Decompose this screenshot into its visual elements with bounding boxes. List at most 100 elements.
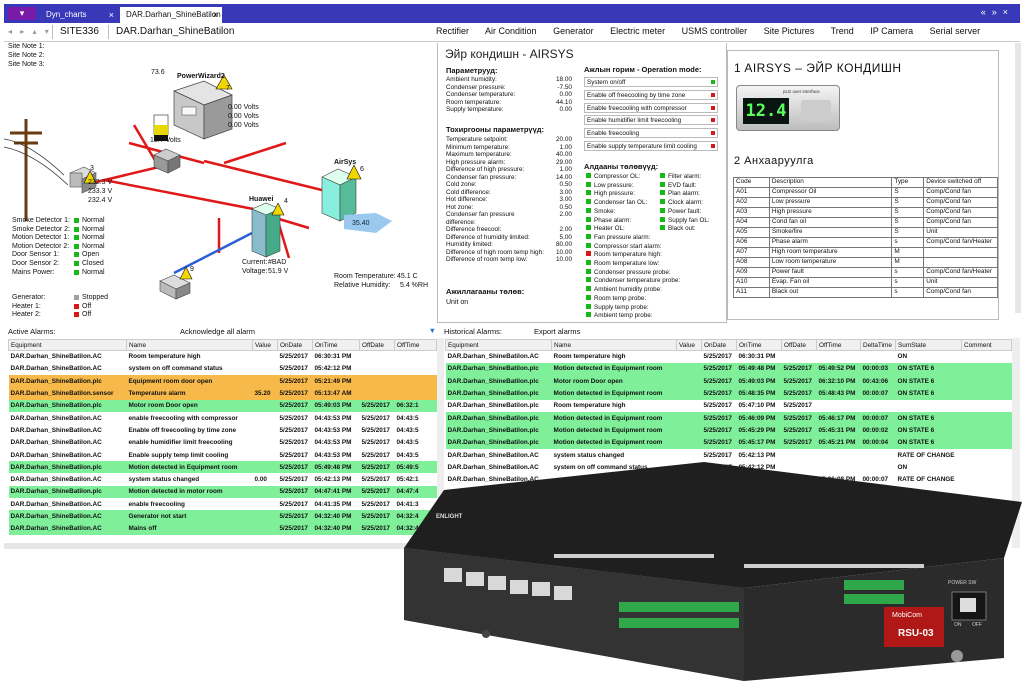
column-header[interactable]: Name [126, 339, 253, 351]
column-header[interactable]: Comment [961, 339, 1012, 351]
table-row[interactable]: DAR.Darhan_ShineBatilon.AC Room temperatu… [446, 351, 1012, 363]
nav-link-rectifier[interactable]: Rectifier [436, 26, 469, 36]
close-icon[interactable]: × [109, 7, 114, 23]
column-header[interactable]: Value [676, 339, 702, 351]
table-row[interactable]: DAR.Darhan_ShineBatilon.sensor Temperatur… [8, 387, 437, 400]
controller-brand: pLD user interface [783, 89, 820, 94]
param-value: 80.00 [556, 241, 572, 248]
table-cell: A09 [733, 267, 770, 278]
ack-all-button[interactable]: Acknowledge all alarm [180, 327, 255, 336]
active-alarms-title: Active Alarms: [8, 327, 56, 336]
table-cell: 5/25/2017 [279, 414, 308, 422]
column-header[interactable]: OnDate [701, 339, 737, 351]
column-header[interactable]: OffDate [781, 339, 817, 351]
column-header[interactable]: OffTime [816, 339, 861, 351]
nav-link-air-condition[interactable]: Air Condition [485, 26, 537, 36]
alarm-list: Filter alarm: EVD fault: Plan alarm: Clock … [660, 173, 710, 234]
table-row[interactable]: DAR.Darhan_ShineBatilon.AC Enable off fre… [9, 424, 437, 436]
huawei-name[interactable]: Huawei [249, 196, 274, 203]
col-header: Description [768, 177, 893, 188]
op-mode-toggle[interactable]: System on/off [584, 77, 718, 87]
mains-voltage: 232.4 V [88, 197, 113, 204]
table-row[interactable]: DAR.Darhan_ShineBatilon.AC system on off … [9, 363, 437, 375]
status-led-icon [586, 216, 591, 222]
column-header[interactable]: Name [551, 339, 677, 351]
table-row[interactable]: DAR.Darhan_ShineBatilon.plc Room temperat… [446, 400, 1012, 412]
export-button[interactable]: Export alarms [534, 327, 580, 336]
mains-count: 3 [90, 165, 94, 172]
tab-label: Dyn_charts [46, 10, 87, 19]
table-row[interactable]: DAR.Darhan_ShineBatilon.AC Enable supply … [9, 449, 437, 461]
column-header[interactable]: Equipment [445, 339, 552, 351]
table-row[interactable]: DAR.Darhan_ShineBatilon.AC Mains off 5/25/… [8, 522, 437, 535]
op-mode-toggle[interactable]: Enable humidifier limit freecooling [584, 115, 718, 126]
sensor-list: Smoke Detector 1: Normal Smoke Detector 2:… [12, 217, 105, 277]
alarm-status-label: EVD fault: [668, 181, 697, 189]
table-row[interactable]: DAR.Darhan_ShineBatilon.plc Motion detect… [445, 411, 1012, 425]
table-cell: 5/25/2017 [701, 436, 737, 449]
table-row[interactable]: DAR.Darhan_ShineBatilon.plc Motion detect… [8, 485, 437, 499]
table-row[interactable]: DAR.Darhan_ShineBatilon.AC enable humidif… [9, 437, 437, 449]
status-led-icon [586, 225, 591, 231]
column-header[interactable]: OnTime [312, 339, 360, 351]
scrollbar[interactable] [1015, 43, 1021, 313]
close-icon[interactable]: × [213, 7, 218, 23]
table-row[interactable]: DAR.Darhan_ShineBatilon.AC enable freecoo… [9, 498, 437, 510]
column-header[interactable]: Equipment [8, 339, 127, 351]
table-cell: 05:49:48 PM [312, 461, 360, 474]
table-row[interactable]: DAR.Darhan_ShineBatilon.plc Motion detect… [445, 362, 1012, 376]
scrollbar[interactable] [4, 543, 436, 549]
table-cell: ON STATE 6 [895, 387, 962, 400]
column-header[interactable]: Value [252, 339, 278, 351]
table-cell: Low room temperature [768, 257, 893, 268]
nav-link-site-pictures[interactable]: Site Pictures [764, 26, 815, 36]
nav-link-usms-controller[interactable]: USMS controller [682, 26, 748, 36]
table-cell [962, 449, 1012, 461]
table-row[interactable]: DAR.Darhan_ShineBatilon.plc Motion detect… [445, 424, 1012, 437]
nav-arrows-icon[interactable]: ◂ ▸ ▴ ▾ [8, 27, 52, 36]
op-mode-toggle[interactable]: Enable freecooling with compressor [584, 102, 718, 113]
nav-link-ip-camera[interactable]: IP Camera [870, 26, 913, 36]
column-header[interactable]: SumState [895, 339, 962, 351]
table-row[interactable]: DAR.Darhan_ShineBatilon.plc Motion detect… [445, 387, 1012, 400]
op-mode-toggle[interactable]: Enable off freecooling by time zone [584, 89, 718, 100]
table-row[interactable]: DAR.Darhan_ShineBatilon.plc Motor room Do… [445, 375, 1012, 388]
nav-link-trend[interactable]: Trend [831, 26, 854, 36]
table-row[interactable]: DAR.Darhan_ShineBatilon.AC Generator not … [8, 510, 437, 523]
param-value: 0.00 [559, 106, 572, 113]
column-header[interactable]: OnTime [736, 339, 782, 351]
table-row[interactable]: DAR.Darhan_ShineBatilon.plc Equipment roo… [8, 375, 437, 388]
table-row[interactable]: DAR.Darhan_ShineBatilon.plc Motion detect… [445, 436, 1012, 449]
column-header[interactable]: OnDate [277, 339, 313, 351]
column-header[interactable]: OffTime [394, 339, 437, 351]
airsys-name[interactable]: AirSys [334, 159, 356, 166]
tab-device[interactable]: DAR.Darhan_ShineBatilon × [120, 7, 222, 23]
table-row[interactable]: DAR.Darhan_ShineBatilon.plc Motor room Do… [8, 399, 437, 412]
column-header[interactable]: DeltaTime [860, 339, 896, 351]
table-cell [252, 375, 278, 388]
op-mode-toggle[interactable]: Enable supply temperature limit cooling [584, 141, 718, 151]
table-row[interactable]: DAR.Darhan_ShineBatilon.AC system status … [446, 449, 1012, 461]
menu-button[interactable]: ▾ [8, 7, 36, 20]
table-cell: 5/25/2017 [361, 500, 390, 508]
table-row[interactable]: DAR.Darhan_ShineBatilon.AC Room temperatu… [9, 351, 437, 363]
alarm-status-row: Clock alarm: [660, 199, 710, 208]
genset-name[interactable]: PowerWizard2 [177, 73, 225, 80]
table-row[interactable]: DAR.Darhan_ShineBatilon.plc Motion detect… [8, 461, 437, 474]
nav-link-electric-meter[interactable]: Electric meter [610, 26, 665, 36]
switch-on-label: ON [954, 622, 962, 628]
table-row[interactable]: DAR.Darhan_ShineBatilon.AC enable freecoo… [9, 412, 437, 424]
op-mode-toggle[interactable]: Enable freecooling [584, 128, 718, 139]
filter-icon[interactable]: ▼ [429, 326, 436, 335]
window-controls[interactable]: «»× [981, 7, 1014, 17]
alarm-status-row: Black out: [660, 225, 710, 234]
param-row: Difference freecool: 2.00 [446, 226, 572, 234]
nav-link-serial-server[interactable]: Serial server [930, 26, 981, 36]
column-header[interactable]: OffDate [359, 339, 395, 351]
param-value: 2.00 [559, 211, 572, 218]
status-row: Mains Power: Normal [12, 269, 105, 278]
nav-link-generator[interactable]: Generator [553, 26, 594, 36]
table-row[interactable]: DAR.Darhan_ShineBatilon.AC system status … [9, 473, 437, 485]
tab-dyn-charts[interactable]: Dyn_charts × [40, 7, 118, 23]
table-cell: Temperature alarm [126, 387, 253, 400]
